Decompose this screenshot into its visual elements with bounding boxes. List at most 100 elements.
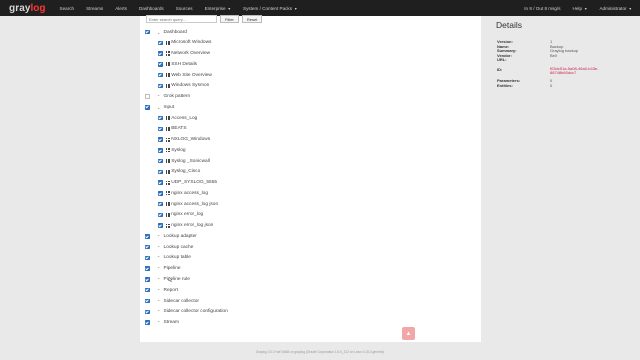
- tree-item[interactable]: NXLOG_Windows: [158, 136, 210, 144]
- checkbox[interactable]: [158, 169, 163, 175]
- chevron-up-icon[interactable]: ⌃: [157, 255, 161, 260]
- details-key: ID:: [497, 66, 503, 72]
- tree-group[interactable]: ⌃ Pipeline: [145, 265, 181, 273]
- tree-group[interactable]: ⌃ Lookup cache: [145, 243, 193, 251]
- tree-label: nginx access_log json: [171, 201, 219, 207]
- tree-item[interactable]: Access_Log: [158, 114, 197, 122]
- tree-item[interactable]: Microsoft Windows: [158, 39, 211, 47]
- nav-system[interactable]: System / Content Packs ▼: [243, 6, 298, 11]
- tree-group[interactable]: ⌄ Dashboard: [145, 28, 187, 36]
- tree-group[interactable]: ⌃ Grok pattern: [145, 93, 190, 101]
- checkbox[interactable]: [158, 180, 163, 185]
- tree-label: Windows Sysmon: [171, 83, 210, 89]
- chevron-up-icon[interactable]: ⌃: [157, 94, 161, 99]
- tree-group[interactable]: ⌄ Input: [145, 103, 174, 111]
- checkbox[interactable]: [145, 266, 150, 271]
- tree-label: NXLOG_Windows: [171, 137, 211, 143]
- throughput-indicator[interactable]: In 8 / Out 8 msg/s: [524, 6, 560, 11]
- nav-user-menu[interactable]: Administrator ▼: [599, 6, 632, 11]
- nav-help[interactable]: Help ▼: [573, 6, 588, 11]
- checkbox[interactable]: [145, 94, 150, 99]
- tree-item[interactable]: Syslog _Sonicwall: [158, 157, 210, 165]
- tree-item[interactable]: Web Site Overview: [158, 71, 212, 79]
- checkbox[interactable]: [158, 137, 163, 142]
- tree-group[interactable]: ⌃ Lookup adapter: [145, 232, 197, 240]
- checkbox[interactable]: [158, 51, 163, 56]
- chevron-up-icon[interactable]: ⌃: [157, 320, 161, 325]
- nav-streams[interactable]: Streams: [86, 6, 103, 11]
- tree-group[interactable]: ⌃ Sidecar collector configuration: [145, 308, 228, 316]
- tree-item[interactable]: UDP_SYSLOG_5555: [158, 179, 217, 187]
- tree-group[interactable]: ⌃ Sidecar collector: [145, 297, 199, 305]
- caret-down-icon: ▼: [628, 6, 632, 11]
- nav-sources[interactable]: Sources: [176, 6, 193, 11]
- graylog-logo[interactable]: gray log: [9, 3, 46, 14]
- checkbox[interactable]: [145, 105, 150, 110]
- checkbox[interactable]: [145, 234, 150, 239]
- checkbox[interactable]: [145, 255, 150, 261]
- tree-item[interactable]: Syslog_Cisco: [158, 168, 200, 176]
- filter-button[interactable]: Filter: [220, 15, 239, 23]
- checkbox[interactable]: [145, 320, 150, 325]
- checkbox[interactable]: [158, 40, 163, 45]
- tree-label: Stream: [163, 320, 179, 326]
- checkbox[interactable]: [158, 191, 163, 196]
- checkbox[interactable]: [145, 277, 150, 282]
- scroll-to-top-button[interactable]: ▲: [402, 327, 415, 340]
- tree-item[interactable]: nginx error_log json: [158, 222, 213, 230]
- checkbox[interactable]: [158, 115, 163, 121]
- tree-label: Lookup table: [163, 255, 191, 261]
- chevron-up-icon[interactable]: ⌃: [157, 234, 161, 239]
- tree-label: Microsoft Windows: [171, 40, 212, 46]
- entity-grid-icon: [165, 202, 170, 207]
- checkbox[interactable]: [158, 148, 163, 153]
- checkbox[interactable]: [145, 29, 150, 35]
- tree-item[interactable]: Network Overview: [158, 50, 210, 58]
- chevron-up-icon[interactable]: ⌃: [157, 309, 161, 314]
- tree-group[interactable]: ⌃ Pipeline rule: [145, 275, 190, 283]
- checkbox[interactable]: [158, 212, 163, 218]
- checkbox[interactable]: [158, 126, 163, 132]
- checkbox[interactable]: [158, 158, 163, 164]
- nav-dashboards[interactable]: Dashboards: [139, 6, 164, 11]
- entity-grid-icon: [165, 169, 170, 174]
- chevron-up-icon: ▲: [405, 330, 412, 337]
- search-input[interactable]: [146, 15, 217, 23]
- chevron-down-icon[interactable]: ⌄: [157, 105, 161, 110]
- reset-button[interactable]: Reset: [241, 15, 263, 23]
- entity-grid-icon: [165, 40, 170, 45]
- tree-group[interactable]: ⌃ Lookup table: [145, 254, 191, 262]
- tree-item[interactable]: Windows Sysmon: [158, 82, 209, 90]
- checkbox[interactable]: [158, 83, 163, 89]
- tree-item[interactable]: SSH Details: [158, 60, 197, 68]
- chevron-up-icon[interactable]: ⌃: [157, 245, 161, 250]
- tree-label: Sidecar collector configuration: [163, 309, 228, 315]
- tree-item[interactable]: nginx access_log json: [158, 200, 218, 208]
- tree-item[interactable]: nginx access_log: [158, 189, 208, 197]
- nav-search[interactable]: Search: [60, 6, 75, 11]
- chevron-down-icon[interactable]: ⌄: [157, 30, 161, 35]
- chevron-up-icon[interactable]: ⌃: [157, 288, 161, 293]
- tree-item[interactable]: nginx error_log: [158, 211, 203, 219]
- tree-item[interactable]: BEATS: [158, 125, 187, 133]
- tree-item[interactable]: Syslog: [158, 146, 186, 154]
- chevron-up-icon[interactable]: ⌃: [157, 266, 161, 271]
- tree-label: nginx error_log json: [171, 223, 214, 229]
- search-row: Filter Reset: [146, 15, 263, 23]
- nav-enterprise[interactable]: Enterprise ▼: [205, 6, 231, 11]
- checkbox[interactable]: [145, 298, 150, 304]
- checkbox[interactable]: [158, 201, 163, 207]
- checkbox[interactable]: [158, 62, 163, 67]
- checkbox[interactable]: [145, 287, 150, 293]
- checkbox[interactable]: [145, 309, 150, 314]
- checkbox[interactable]: [145, 244, 150, 250]
- checkbox[interactable]: [158, 72, 163, 78]
- nav-alerts[interactable]: Alerts: [115, 6, 127, 11]
- tree-group[interactable]: ⌃ Stream: [145, 319, 179, 327]
- entity-grid-icon: [165, 148, 170, 153]
- tree-group[interactable]: ⌃ Report: [145, 286, 178, 294]
- chevron-up-icon[interactable]: ⌃: [157, 299, 161, 304]
- chevron-up-icon[interactable]: ⌃: [157, 277, 161, 282]
- caret-down-icon: ▼: [227, 6, 231, 11]
- checkbox[interactable]: [158, 223, 163, 228]
